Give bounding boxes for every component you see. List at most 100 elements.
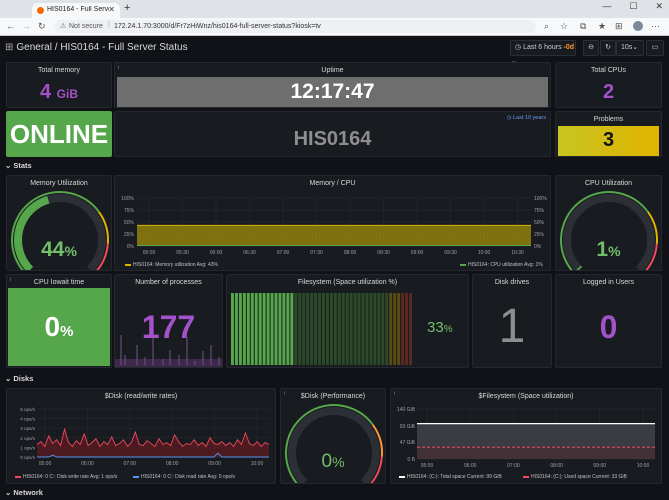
legend-avg: Avg: 1 ops/s [89, 474, 118, 480]
fs-bar-segment [401, 293, 405, 365]
fs-bar-segment [282, 293, 286, 365]
disk-drives-value: 1 [498, 300, 526, 353]
legend-cpu[interactable]: HIS0164: CPU utilization Avg: 1% [460, 262, 543, 268]
fs-bar-segment [302, 293, 306, 365]
value-number: 44 [41, 238, 65, 261]
breadcrumb: ⊞ General / HIS0164 - Full Server Status [5, 42, 188, 53]
fs-bar-segment [234, 293, 238, 365]
time-note-text: Last 10 years [512, 115, 546, 121]
fs-bar-segment [290, 293, 294, 365]
minimize-icon[interactable]: — [602, 1, 611, 11]
legend-swatch [133, 475, 139, 478]
y-tick-label: 75% [124, 208, 135, 214]
url-field[interactable]: ⚠ Not secure | 172.24.1.70:3000/d/Fr7zHi… [54, 20, 536, 33]
clock-icon: ◷ [515, 44, 522, 51]
collections-icon[interactable]: ⧉ [580, 21, 586, 32]
legend-current: Current: 33 GiB [592, 474, 627, 480]
browser-tab[interactable]: HIS0164 - Full Server Status - Gr... ✕ [32, 3, 120, 18]
value-unit: GiB [56, 87, 79, 101]
panel-title: Problems [593, 116, 624, 123]
legend-write[interactable]: HIS0164: 0 C:: Disk write rate Avg: 1 op… [15, 474, 117, 480]
y-tick-label: 93 GiB [400, 424, 416, 430]
zoom-out-button[interactable]: ⊖ [583, 40, 599, 56]
refresh-button[interactable]: ↻ [600, 40, 616, 56]
x-tick-label: 06:30 [243, 250, 256, 256]
fs-bar-segment [333, 293, 337, 365]
x-tick-label: 09:00 [411, 250, 424, 256]
x-tick-label: 10:30 [511, 250, 524, 256]
fs-bar-segment [242, 293, 246, 365]
row-title: Disks [13, 374, 34, 383]
forward-icon[interactable]: → [22, 21, 31, 31]
y-tick-label: 140 GiB [397, 407, 416, 413]
fs-bar-segment [298, 293, 302, 365]
legend-current: Current: 99 GiB [466, 474, 502, 480]
panel-title: Total memory [37, 67, 80, 74]
fs-bar-segment [345, 293, 349, 365]
fs-bar-segment [377, 293, 381, 365]
monitor-icon: ▭ [651, 44, 659, 51]
refresh-interval-picker[interactable]: 10s⌄ [616, 40, 644, 56]
fs-bar-segment [325, 293, 329, 365]
problems-value: 3 [602, 129, 615, 151]
maximize-icon[interactable]: ☐ [629, 1, 637, 11]
fs-bar-segment [254, 293, 258, 365]
total-cpus-value: 2 [602, 81, 615, 103]
row-disks[interactable]: ⌄ Disks [5, 374, 33, 383]
dashboard-title[interactable]: HIS0164 - Full Server Status [60, 42, 187, 53]
y-tick-label: 25% [124, 232, 135, 238]
x-tick-label: 07:00 [277, 250, 290, 256]
panel-memory-cpu: Memory / CPU 0% 0% 25% 25% 50% 50% 75% 75% 100% 1… [114, 175, 551, 271]
legend-total-space[interactable]: HIS0164: (C:): Total space Current: 99 G… [399, 474, 502, 480]
back-icon[interactable]: ← [6, 21, 15, 31]
legend-swatch [523, 475, 529, 478]
extensions-icon[interactable]: ⊞ [615, 21, 623, 32]
favorite-icon[interactable]: ☆ [560, 21, 568, 32]
fs-bar-segment [349, 293, 353, 365]
legend-used-space[interactable]: HIS0164: (C:): Used space Current: 33 Gi… [523, 474, 627, 480]
row-network[interactable]: ⌄ Network [5, 488, 43, 497]
fs-bar-segment [310, 293, 314, 365]
fs-bar-segment [353, 293, 357, 365]
panel-total-cpus: Total CPUs 2 [555, 62, 662, 108]
dashboards-grid-icon[interactable]: ⊞ [5, 42, 13, 53]
time-range-picker[interactable]: ◷ Last 6 hours -0d ⌄ [510, 40, 576, 65]
warning-icon: ⚠ [60, 23, 67, 30]
fs-space-chart: 0 B 47 GiB 93 GiB 140 GiB 05:00 06:00 07:00 08:… [397, 407, 655, 469]
x-tick-label: 05:30 [176, 250, 189, 256]
value-unit: % [60, 323, 74, 340]
legend-memory[interactable]: HIS0164: Memory utilization Avg: 43% [125, 262, 218, 268]
tv-mode-button[interactable]: ▭ [646, 40, 664, 56]
panel-number-of-processes: Number of processes 177 [114, 274, 223, 368]
breadcrumb-folder[interactable]: General [16, 42, 52, 53]
favorites-bar-icon[interactable]: ★ [598, 21, 606, 32]
panel-title: Total CPUs [590, 67, 626, 74]
x-tick-label: 05:00 [143, 250, 156, 256]
status-value: ONLINE [9, 119, 109, 149]
y-tick-label-right: 100% [534, 196, 547, 202]
close-window-icon[interactable]: ✕ [655, 1, 663, 11]
more-menu-icon[interactable]: ⋯ [651, 21, 660, 32]
row-stats[interactable]: ⌄ Stats [5, 161, 32, 170]
chevron-down-icon: ⌄ [632, 44, 639, 51]
panel-title: CPU Iowait time [33, 279, 85, 286]
panel-cpu-iowait: i CPU Iowait time 0% [6, 274, 112, 368]
fs-bar-segment [270, 293, 274, 365]
legend-read[interactable]: HIS0164: 0 C:: Disk read rate Avg: 0 ops… [133, 474, 235, 480]
memory-util-value: 44% [7, 238, 111, 262]
x-tick-label: 07:30 [310, 250, 323, 256]
profile-avatar[interactable] [633, 21, 643, 31]
fs-bar-segment [329, 293, 333, 365]
fs-bar-segment [262, 293, 266, 365]
legend-avg: Avg: 0 ops/s [207, 474, 235, 480]
y-tick-label: 4 ops/s [20, 417, 36, 422]
iowait-value: 0% [7, 311, 111, 343]
fs-bar-segment [294, 293, 298, 365]
reload-icon[interactable]: ↻ [38, 21, 46, 32]
panel-logged-users: Logged in Users 0 [555, 274, 662, 368]
x-tick-label: 07:00 [124, 461, 137, 467]
new-tab-button[interactable]: + [124, 2, 130, 14]
window-controls: — ☐ ✕ [584, 1, 663, 12]
close-tab-icon[interactable]: ✕ [108, 5, 115, 14]
zoom-icon[interactable]: ⌕ [544, 21, 549, 32]
